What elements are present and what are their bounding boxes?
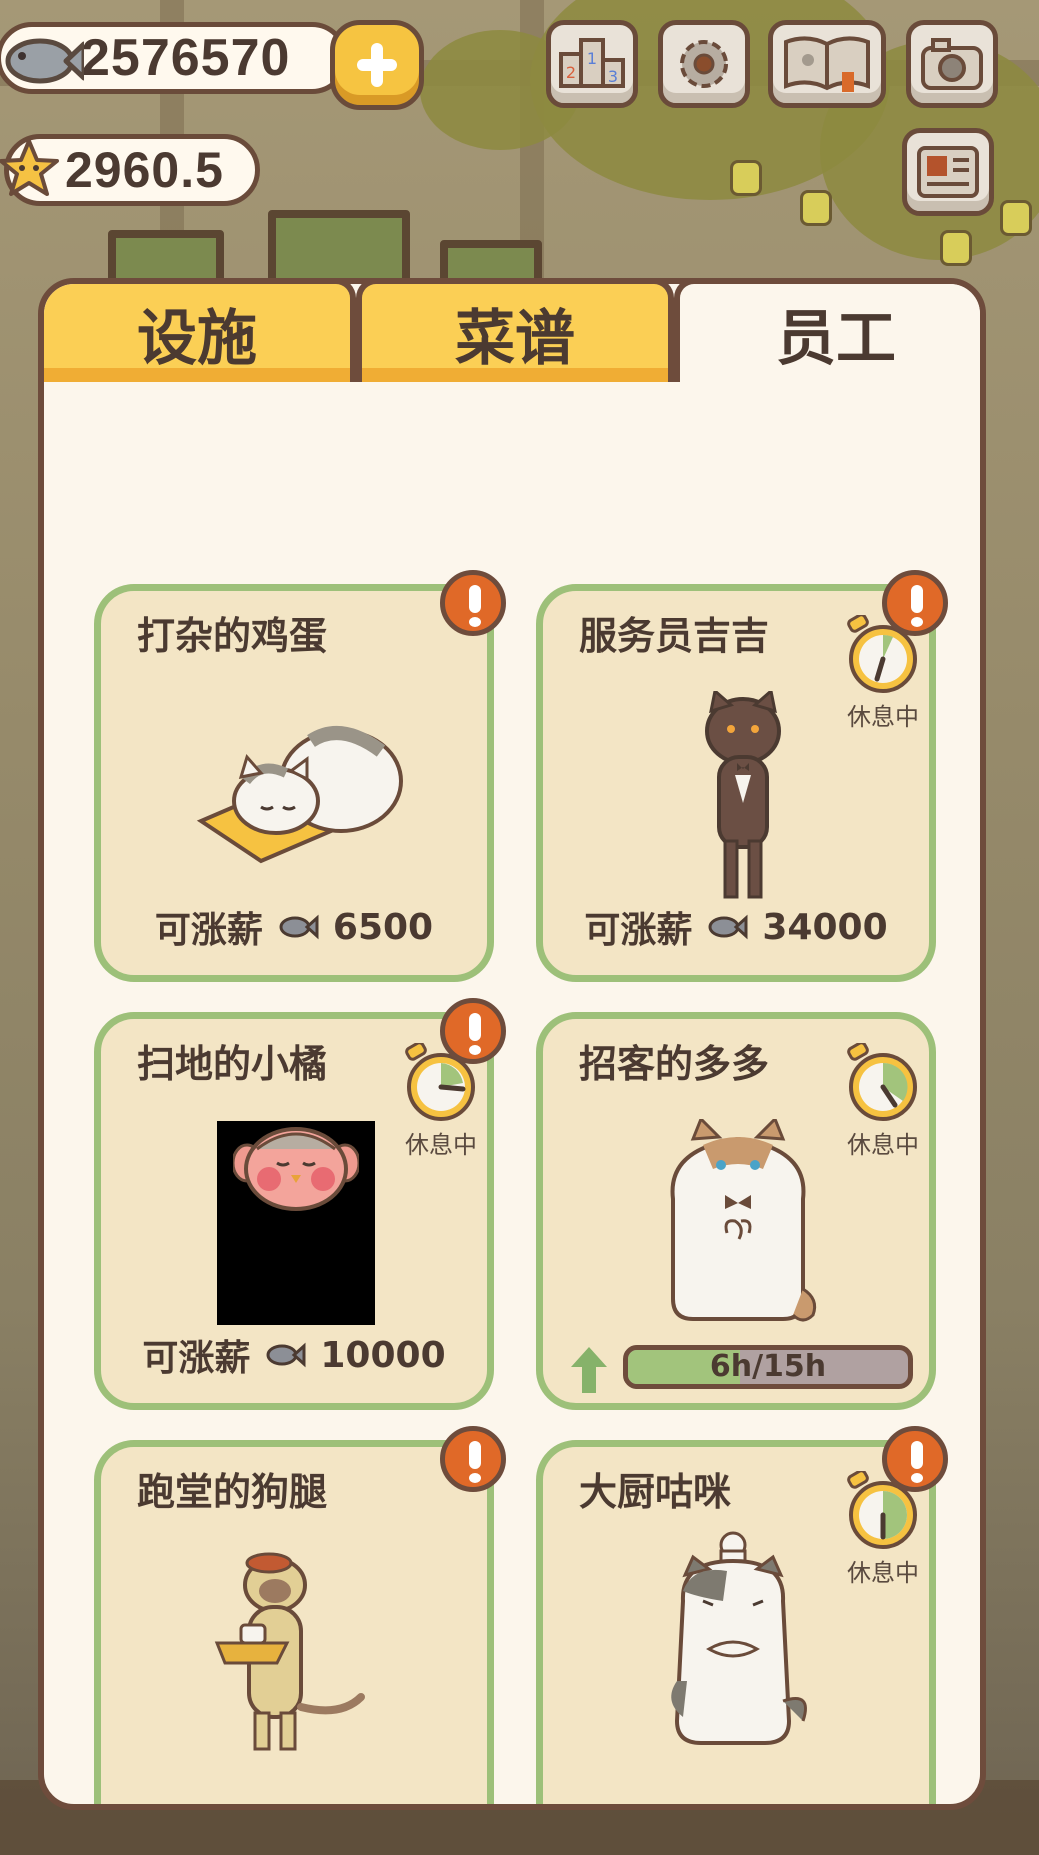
cat-lying-icon (196, 726, 403, 864)
camera-button[interactable] (906, 20, 998, 108)
staff-card-egg[interactable]: 打杂的鸡蛋 可涨薪 6500 (94, 584, 494, 982)
raise-label: 可涨薪 (584, 910, 693, 951)
raise-cost: 6500 (332, 906, 434, 948)
staff-card-gumi[interactable]: 大厨咕咪 休息中 (536, 1440, 936, 1804)
staff-card-xiaoju[interactable]: 扫地的小橘 可涨薪 10000 休息中 (94, 1012, 494, 1410)
leaderboard-button[interactable]: 1 2 3 (546, 20, 638, 108)
alert-icon[interactable] (440, 998, 506, 1064)
newspaper-icon (917, 146, 979, 198)
pig-face-icon (233, 1127, 359, 1211)
book-icon (784, 36, 870, 92)
staff-name: 大厨咕咪 (579, 1470, 732, 1514)
leaderboard-icon: 1 2 3 (559, 38, 625, 88)
staff-name: 服务员吉吉 (579, 614, 770, 658)
rest-label: 休息中 (405, 1131, 477, 1159)
rest-timer: 休息中 (833, 1041, 933, 1160)
cat-server-icon (214, 1552, 365, 1751)
raise-salary-row[interactable]: 可涨薪 6500 (101, 901, 487, 953)
chef-cat-icon (671, 1531, 807, 1745)
raise-salary-row[interactable]: 可涨薪 10000 (101, 1329, 487, 1381)
staff-name: 扫地的小橘 (137, 1042, 328, 1086)
newspaper-button[interactable] (902, 128, 994, 216)
progress-text: 6h/15h (709, 1349, 827, 1384)
stopwatch-icon (847, 1041, 917, 1121)
star-icon (0, 139, 59, 196)
svg-text:2: 2 (566, 63, 576, 82)
settings-button[interactable] (658, 20, 750, 108)
svg-text:1: 1 (587, 49, 597, 68)
raise-label: 可涨薪 (142, 1338, 251, 1379)
staff-name: 招客的多多 (579, 1042, 770, 1086)
staff-card-goutui[interactable]: 跑堂的狗腿 (94, 1440, 494, 1804)
tab-facilities[interactable]: 设施 (44, 284, 356, 382)
fish-amount: 2576570 (81, 29, 291, 87)
tab-staff[interactable]: 员工 (674, 284, 980, 382)
alert-icon[interactable] (882, 1426, 948, 1492)
book-button[interactable] (768, 20, 886, 108)
raise-label: 可涨薪 (154, 910, 263, 951)
svg-text:3: 3 (608, 67, 618, 86)
raise-cost: 34000 (762, 906, 888, 948)
staff-name: 跑堂的狗腿 (137, 1470, 328, 1514)
rest-label: 休息中 (847, 1131, 919, 1159)
up-arrow-icon (571, 1347, 607, 1393)
alert-icon[interactable] (440, 570, 506, 636)
fish-icon (279, 914, 319, 940)
raise-salary-row[interactable]: 可涨薪 34000 (543, 901, 929, 953)
staff-panel: 设施 菜谱 员工 打杂的鸡蛋 可涨薪 6500 服务员吉吉 可涨薪 34000 … (38, 278, 986, 1810)
rest-label: 休息中 (847, 703, 919, 731)
staff-card-duoduo[interactable]: 招客的多多 6h/15h 休息中 (536, 1012, 936, 1410)
tab-recipes[interactable]: 菜谱 (356, 284, 674, 382)
fish-icon (708, 914, 748, 940)
alert-icon[interactable] (882, 570, 948, 636)
alert-icon[interactable] (440, 1426, 506, 1492)
fish-icon (5, 38, 84, 84)
camera-icon (921, 38, 983, 90)
cat-waiter-icon (705, 691, 781, 899)
staff-card-jiji[interactable]: 服务员吉吉 可涨薪 34000 休息中 (536, 584, 936, 982)
star-amount: 2960.5 (65, 142, 224, 198)
gear-icon (680, 40, 728, 88)
fluffy-cat-icon (670, 1119, 817, 1322)
plus-button[interactable] (330, 20, 424, 110)
rest-label: 休息中 (847, 1559, 919, 1587)
training-progress-bar: 6h/15h (623, 1345, 913, 1389)
staff-name: 打杂的鸡蛋 (137, 614, 328, 658)
raise-cost: 10000 (320, 1334, 446, 1376)
fish-icon (266, 1342, 306, 1368)
